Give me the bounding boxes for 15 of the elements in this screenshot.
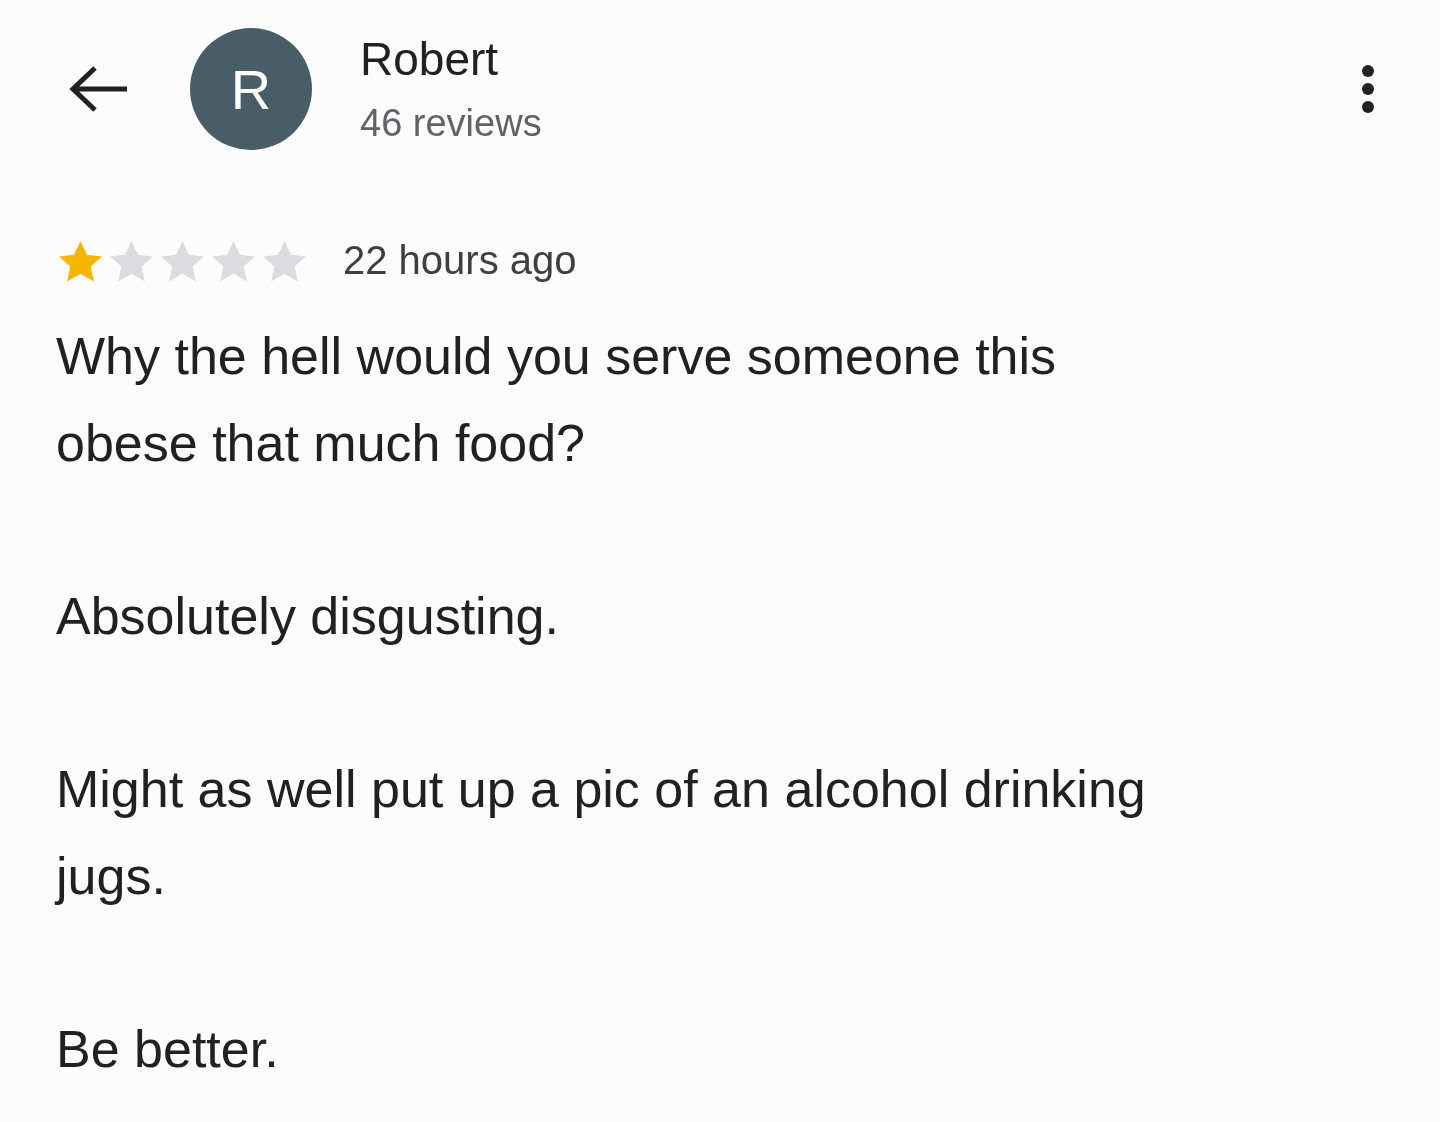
empty-star-icon bbox=[209, 238, 258, 283]
review-time: 22 hours ago bbox=[343, 238, 577, 283]
empty-star-icon bbox=[260, 238, 309, 283]
more-vertical-icon bbox=[1360, 64, 1376, 114]
empty-star-icon bbox=[158, 238, 207, 283]
filled-star-icon bbox=[56, 238, 105, 283]
review-paragraph: Be better. bbox=[56, 1019, 280, 1080]
review-paragraph: Absolutely disgusting. bbox=[56, 586, 560, 647]
reviewer-name: Robert bbox=[360, 36, 500, 82]
empty-star-icon bbox=[107, 238, 156, 283]
review-paragraph: Why the hell would you serve someone this obese that much food? bbox=[56, 326, 1058, 474]
avatar: R bbox=[190, 28, 312, 150]
review-count[interactable]: 46 reviews bbox=[360, 104, 1356, 142]
back-arrow-icon bbox=[67, 65, 129, 113]
review-paragraph: Might as well put up a pic of an alcohol drinking jugs. bbox=[56, 759, 1147, 907]
